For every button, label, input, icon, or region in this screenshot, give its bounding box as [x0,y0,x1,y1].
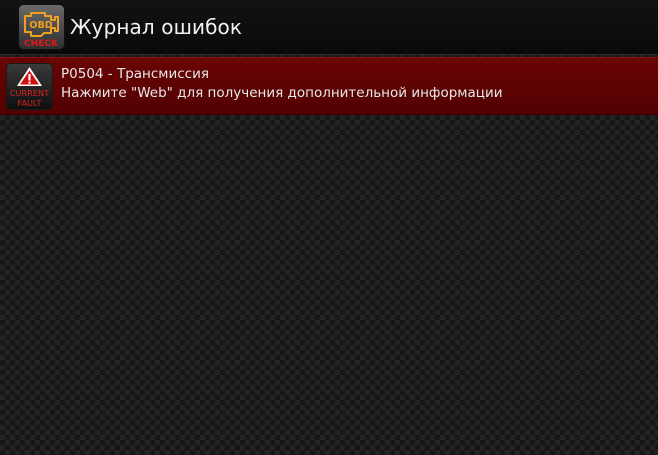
fault-hint-text: Нажмите "Web" для получения дополнительн… [61,85,503,101]
fault-icon-line2: FAULT [18,98,43,108]
fault-code-text: P0504 - Трансмиссия [61,66,209,82]
current-fault-warning-icon: CURRENT FAULT [6,63,53,110]
fault-list-item[interactable]: CURRENT FAULT P0504 - Трансмиссия Нажмит… [0,57,658,115]
fault-icon-line1: CURRENT [10,88,50,98]
obd-text: OBD [29,20,52,31]
obd-check-engine-icon[interactable]: OBD CHECK [18,4,65,50]
page-title: Журнал ошибок [70,15,243,39]
action-bar: OBD CHECK Журнал ошибок [0,0,658,55]
check-text: CHECK [24,39,59,49]
